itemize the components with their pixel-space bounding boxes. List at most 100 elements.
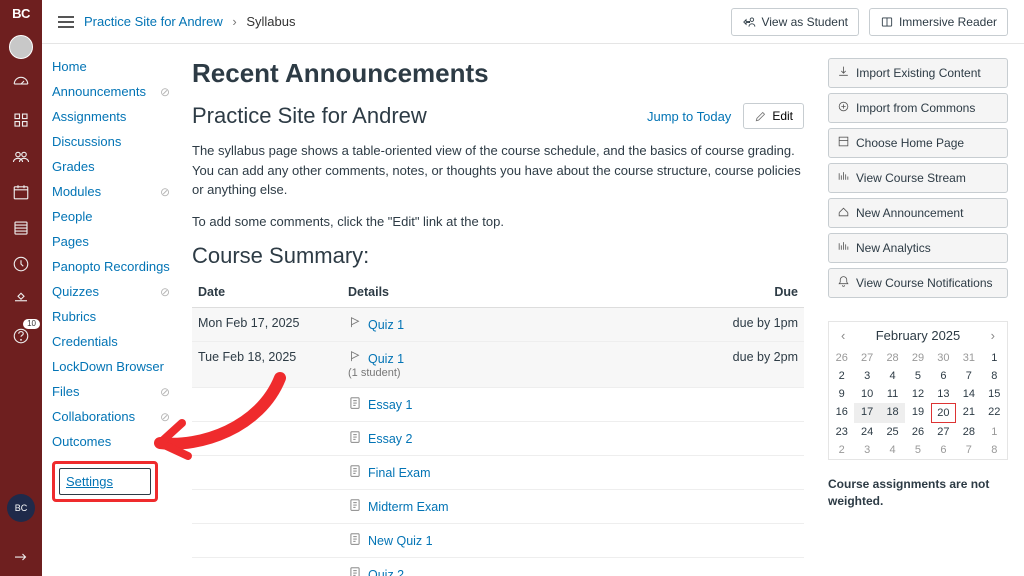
sidebar-action-new-analytics[interactable]: New Analytics — [828, 233, 1008, 263]
calendar-day[interactable]: 14 — [956, 385, 981, 403]
assignment-link[interactable]: Midterm Exam — [368, 500, 449, 514]
help-icon[interactable]: 10 — [10, 325, 32, 347]
calendar-day[interactable]: 10 — [854, 385, 879, 403]
calendar-next-icon[interactable]: › — [985, 328, 1001, 343]
breadcrumb-course-link[interactable]: Practice Site for Andrew — [84, 14, 223, 29]
sidebar-action-new-announcement[interactable]: New Announcement — [828, 198, 1008, 228]
calendar-day[interactable]: 5 — [905, 441, 930, 459]
calendar-day[interactable]: 8 — [982, 441, 1007, 459]
calendar-day[interactable]: 31 — [956, 349, 981, 367]
sidebar-action-view-course-stream[interactable]: View Course Stream — [828, 163, 1008, 193]
sidebar-action-import-existing-content[interactable]: Import Existing Content — [828, 58, 1008, 88]
assignment-link[interactable]: Final Exam — [368, 466, 431, 480]
coursenav-item-lockdown-browser[interactable]: LockDown Browser — [52, 358, 170, 375]
calendar-day[interactable]: 28 — [880, 349, 905, 367]
bc-circle-icon[interactable]: BC — [7, 494, 35, 522]
calendar-day[interactable]: 27 — [931, 423, 956, 441]
dashboard-icon[interactable] — [10, 73, 32, 95]
institution-logo[interactable]: BC — [12, 6, 30, 21]
calendar-day[interactable]: 22 — [982, 403, 1007, 423]
quiz-icon — [348, 316, 362, 333]
sidebar-action-icon — [837, 275, 850, 291]
calendar-day[interactable]: 3 — [854, 441, 879, 459]
immersive-reader-button[interactable]: Immersive Reader — [869, 8, 1008, 36]
jump-to-today-link[interactable]: Jump to Today — [647, 109, 731, 124]
calendar-day[interactable]: 7 — [956, 441, 981, 459]
calendar-day[interactable]: 17 — [854, 403, 879, 423]
calendar-day[interactable]: 8 — [982, 367, 1007, 385]
calendar-day[interactable]: 13 — [931, 385, 956, 403]
calendar-day[interactable]: 4 — [880, 441, 905, 459]
calendar-day[interactable]: 9 — [829, 385, 854, 403]
calendar-day[interactable]: 2 — [829, 441, 854, 459]
calendar-day[interactable]: 23 — [829, 423, 854, 441]
calendar-day[interactable]: 19 — [905, 403, 930, 423]
view-as-student-button[interactable]: View as Student — [731, 8, 859, 36]
table-row: Mon Feb 17, 2025Quiz 1due by 1pm — [192, 308, 804, 342]
groups-icon[interactable] — [10, 145, 32, 167]
calendar-day[interactable]: 7 — [956, 367, 981, 385]
calendar-day[interactable]: 6 — [931, 441, 956, 459]
calendar-icon[interactable] — [10, 181, 32, 203]
assignment-link[interactable]: Quiz 1 — [368, 352, 404, 366]
coursenav-item-outcomes[interactable]: Outcomes⊘ — [52, 433, 170, 450]
coursenav-item-discussions[interactable]: Discussions — [52, 133, 170, 150]
sidebar-action-view-course-notifications[interactable]: View Course Notifications — [828, 268, 1008, 298]
calendar-day[interactable]: 24 — [854, 423, 879, 441]
calendar-day[interactable]: 26 — [829, 349, 854, 367]
calendar-day[interactable]: 20 — [931, 403, 956, 423]
table-row: Tue Feb 18, 2025Quiz 1(1 student)due by … — [192, 342, 804, 388]
coursenav-item-home[interactable]: Home — [52, 58, 170, 75]
calendar-day[interactable]: 26 — [905, 423, 930, 441]
calendar-day[interactable]: 5 — [905, 367, 930, 385]
assignment-link[interactable]: Essay 2 — [368, 432, 412, 446]
view-as-student-label: View as Student — [761, 15, 848, 29]
calendar-day[interactable]: 21 — [956, 403, 981, 423]
assignment-link[interactable]: Quiz 2 — [368, 568, 404, 576]
commons-icon[interactable] — [10, 289, 32, 311]
calendar-day[interactable]: 29 — [905, 349, 930, 367]
coursenav-item-panopto-recordings[interactable]: Panopto Recordings — [52, 258, 170, 275]
coursenav-item-modules[interactable]: Modules⊘ — [52, 183, 170, 200]
coursenav-item-files[interactable]: Files⊘ — [52, 383, 170, 400]
edit-button[interactable]: Edit — [743, 103, 804, 129]
calendar-day[interactable]: 1 — [982, 423, 1007, 441]
history-icon[interactable] — [10, 253, 32, 275]
assignment-link[interactable]: Essay 1 — [368, 398, 412, 412]
hamburger-menu-icon[interactable] — [58, 16, 74, 28]
calendar-day[interactable]: 6 — [931, 367, 956, 385]
coursenav-item-announcements[interactable]: Announcements⊘ — [52, 83, 170, 100]
calendar-day[interactable]: 25 — [880, 423, 905, 441]
calendar-day[interactable]: 3 — [854, 367, 879, 385]
coursenav-item-pages[interactable]: Pages — [52, 233, 170, 250]
courses-icon[interactable] — [10, 109, 32, 131]
calendar-day[interactable]: 1 — [982, 349, 1007, 367]
calendar-day[interactable]: 18 — [880, 403, 905, 423]
calendar-day[interactable]: 30 — [931, 349, 956, 367]
coursenav-item-people[interactable]: People — [52, 208, 170, 225]
calendar-day[interactable]: 15 — [982, 385, 1007, 403]
inbox-icon[interactable] — [10, 217, 32, 239]
calendar-day[interactable]: 27 — [854, 349, 879, 367]
coursenav-item-quizzes[interactable]: Quizzes⊘ — [52, 283, 170, 300]
calendar-day[interactable]: 28 — [956, 423, 981, 441]
coursenav-item-settings[interactable]: Settings — [66, 473, 144, 490]
calendar-day[interactable]: 2 — [829, 367, 854, 385]
sidebar-action-choose-home-page[interactable]: Choose Home Page — [828, 128, 1008, 158]
assignment-link[interactable]: New Quiz 1 — [368, 534, 433, 548]
expand-nav-icon[interactable] — [10, 546, 32, 568]
assignment-link[interactable]: Quiz 1 — [368, 318, 404, 332]
calendar-day[interactable]: 12 — [905, 385, 930, 403]
coursenav-item-rubrics[interactable]: Rubrics — [52, 308, 170, 325]
account-avatar[interactable] — [9, 35, 33, 59]
calendar-day[interactable]: 4 — [880, 367, 905, 385]
calendar-prev-icon[interactable]: ‹ — [835, 328, 851, 343]
coursenav-item-collaborations[interactable]: Collaborations⊘ — [52, 408, 170, 425]
coursenav-item-credentials[interactable]: Credentials — [52, 333, 170, 350]
sidebar-action-import-from-commons[interactable]: Import from Commons — [828, 93, 1008, 123]
calendar-day[interactable]: 11 — [880, 385, 905, 403]
coursenav-item-grades[interactable]: Grades — [52, 158, 170, 175]
hidden-icon: ⊘ — [160, 185, 170, 199]
calendar-day[interactable]: 16 — [829, 403, 854, 423]
coursenav-item-assignments[interactable]: Assignments — [52, 108, 170, 125]
